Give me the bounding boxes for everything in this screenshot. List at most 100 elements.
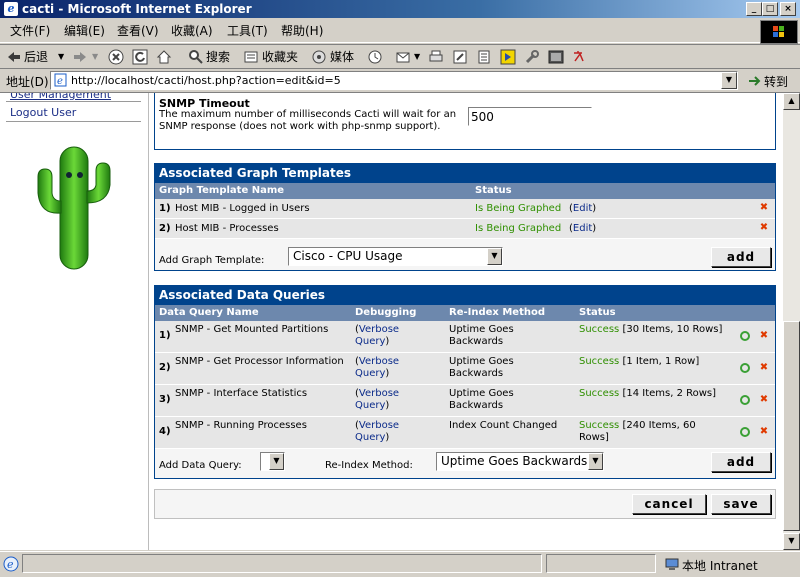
- edit-link[interactable]: Edit: [573, 203, 592, 214]
- media-button[interactable]: 媒体: [330, 49, 354, 65]
- edit-icon[interactable]: [452, 49, 468, 65]
- status-text-panel: [22, 554, 542, 573]
- address-label: 地址(D): [6, 75, 49, 89]
- tools-icon[interactable]: [524, 49, 540, 65]
- scroll-thumb[interactable]: [783, 321, 800, 531]
- reload-query-icon[interactable]: [740, 331, 750, 341]
- row-number: 2): [159, 362, 171, 373]
- close-button[interactable]: ×: [780, 2, 796, 16]
- windows-logo-icon: [760, 20, 798, 44]
- delete-icon[interactable]: ✖: [758, 394, 770, 406]
- reindex-method: Index Count Changed: [449, 420, 558, 431]
- snmp-timeout-panel: SNMP Timeout The maximum number of milli…: [154, 93, 776, 150]
- table-row: 2) SNMP - Get Processor Information (Verbo…: [155, 353, 775, 385]
- address-dropdown-icon[interactable]: ▼: [721, 72, 737, 89]
- search-button[interactable]: 搜索: [206, 49, 230, 65]
- graph-template-name: Host MIB - Logged in Users: [175, 203, 310, 214]
- vertical-scrollbar[interactable]: ▲ ▼: [783, 93, 800, 550]
- address-url: http://localhost/cacti/host.php?action=e…: [71, 74, 341, 87]
- go-arrow-icon[interactable]: [748, 75, 762, 87]
- reindex-method-select[interactable]: Uptime Goes Backwards ▼: [436, 452, 604, 471]
- intranet-zone-icon: [665, 558, 679, 570]
- address-input[interactable]: e http://localhost/cacti/host.php?action…: [50, 71, 738, 90]
- query-status: Success: [579, 420, 620, 431]
- verbose-query-link[interactable]: Verbose Query: [355, 388, 399, 411]
- forward-arrow-icon[interactable]: [72, 49, 88, 65]
- delete-icon[interactable]: ✖: [758, 330, 770, 342]
- menu-tools[interactable]: 工具(T): [227, 24, 268, 38]
- stop-icon[interactable]: [108, 49, 124, 65]
- favorites-button[interactable]: 收藏夹: [262, 49, 298, 65]
- reload-query-icon[interactable]: [740, 363, 750, 373]
- reload-query-icon[interactable]: [740, 395, 750, 405]
- history-icon[interactable]: [367, 49, 383, 65]
- sidebar-divider: [6, 101, 141, 102]
- cancel-button[interactable]: cancel: [632, 494, 706, 514]
- search-icon[interactable]: [188, 49, 204, 65]
- table-row: 1) Host MIB - Logged in Users Is Being G…: [155, 199, 775, 219]
- favorites-icon[interactable]: [243, 49, 259, 65]
- sidebar: User Management Logout User: [0, 93, 149, 550]
- mail-dropdown-icon[interactable]: ▼: [414, 49, 420, 65]
- delete-icon[interactable]: ✖: [758, 362, 770, 374]
- home-icon[interactable]: [156, 49, 172, 65]
- snmp-timeout-input[interactable]: [468, 107, 592, 126]
- query-status: Success: [579, 324, 620, 335]
- maximize-button[interactable]: □: [762, 2, 778, 16]
- menu-edit[interactable]: 编辑(E): [64, 24, 105, 38]
- add-graph-template-button[interactable]: add: [711, 247, 771, 267]
- menu-view[interactable]: 查看(V): [117, 24, 159, 38]
- menu-file[interactable]: 文件(F): [10, 24, 50, 38]
- save-button[interactable]: save: [711, 494, 771, 514]
- data-query-select[interactable]: ▼: [260, 452, 285, 471]
- graph-template-select[interactable]: Cisco - CPU Usage ▼: [288, 247, 503, 266]
- col-debugging: Debugging: [355, 307, 417, 318]
- delete-icon[interactable]: ✖: [758, 222, 770, 234]
- print-icon[interactable]: [428, 49, 444, 65]
- select-dropdown-icon[interactable]: ▼: [588, 453, 603, 470]
- sidebar-divider: [6, 121, 141, 122]
- discuss-icon[interactable]: [476, 49, 492, 65]
- row-number: 1): [159, 203, 171, 214]
- data-queries-panel: Associated Data Queries Data Query Name …: [154, 285, 776, 479]
- verbose-query-link[interactable]: Verbose Query: [355, 324, 399, 347]
- forward-dropdown-icon[interactable]: ▼: [92, 49, 98, 65]
- delete-icon[interactable]: ✖: [758, 426, 770, 438]
- table-row: 2) Host MIB - Processes Is Being Graphed…: [155, 219, 775, 239]
- messenger-icon[interactable]: [500, 49, 516, 65]
- ie-logo-icon: e: [4, 2, 18, 16]
- menu-bar: 文件(F) 编辑(E) 查看(V) 收藏(A) 工具(T) 帮助(H): [0, 20, 800, 43]
- translate-icon[interactable]: [572, 49, 588, 65]
- refresh-icon[interactable]: [132, 49, 148, 65]
- col-graph-template-name: Graph Template Name: [159, 185, 285, 196]
- back-arrow-icon[interactable]: [6, 49, 22, 65]
- edit-link[interactable]: Edit: [573, 223, 592, 234]
- graph-template-name: Host MIB - Processes: [175, 223, 279, 234]
- query-status-detail: [14 Items, 2 Rows]: [622, 388, 717, 399]
- scroll-up-icon[interactable]: ▲: [783, 93, 800, 110]
- select-dropdown-icon[interactable]: ▼: [487, 248, 502, 265]
- verbose-query-link[interactable]: Verbose Query: [355, 420, 399, 443]
- media-icon[interactable]: [311, 49, 327, 65]
- col-status: Status: [579, 307, 616, 318]
- go-button[interactable]: 转到: [764, 73, 788, 90]
- select-dropdown-icon[interactable]: ▼: [269, 453, 284, 470]
- form-actions-bar: cancel save: [154, 489, 776, 519]
- table-row: 3) SNMP - Interface Statistics (Verbose Qu…: [155, 385, 775, 417]
- back-dropdown-icon[interactable]: ▼: [58, 49, 64, 65]
- user-management-link[interactable]: User Management: [10, 93, 111, 101]
- delete-icon[interactable]: ✖: [758, 202, 770, 214]
- row-number: 1): [159, 330, 171, 341]
- data-query-name: SNMP - Get Mounted Partitions: [175, 324, 329, 335]
- menu-help[interactable]: 帮助(H): [281, 24, 323, 38]
- logout-user-link[interactable]: Logout User: [10, 106, 76, 119]
- scroll-down-icon[interactable]: ▼: [783, 533, 800, 550]
- verbose-query-link[interactable]: Verbose Query: [355, 356, 399, 379]
- menu-favorites[interactable]: 收藏(A): [171, 24, 213, 38]
- add-data-query-button[interactable]: add: [711, 452, 771, 472]
- screen-icon[interactable]: [548, 49, 564, 65]
- back-button[interactable]: 后退: [24, 49, 48, 65]
- minimize-button[interactable]: _: [746, 2, 762, 16]
- mail-icon[interactable]: [396, 49, 412, 65]
- reload-query-icon[interactable]: [740, 427, 750, 437]
